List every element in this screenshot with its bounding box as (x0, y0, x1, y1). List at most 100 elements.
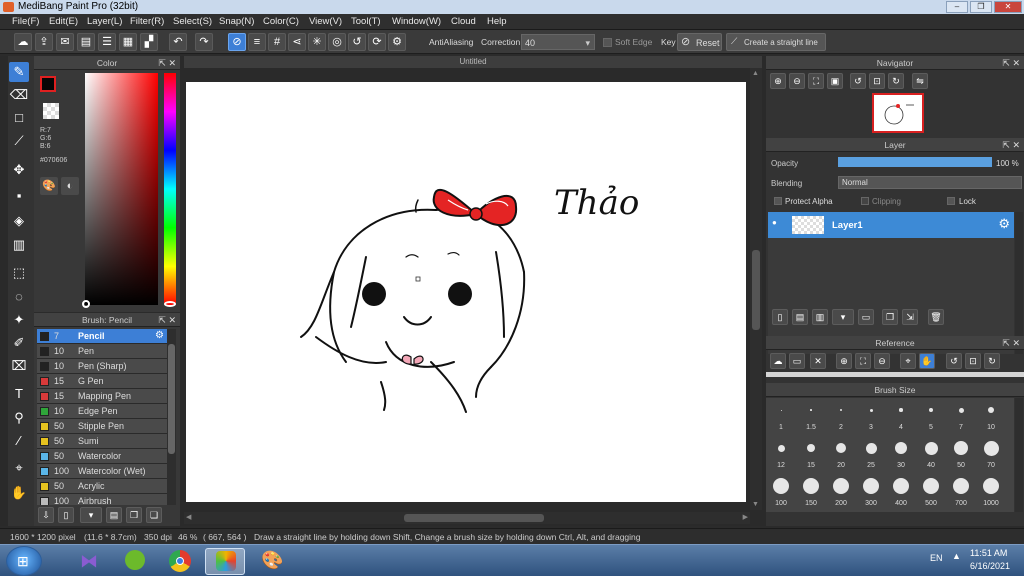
brush-list-item[interactable]: 10 Edge Pen (37, 404, 167, 419)
brush-size-dot[interactable] (958, 407, 964, 413)
operation-tool-icon[interactable]: ⚲ (9, 408, 29, 428)
hue-cursor[interactable] (164, 301, 176, 307)
opacity-slider[interactable] (838, 157, 992, 167)
brush-size-dot[interactable] (863, 478, 879, 494)
brush-cloud-icon[interactable]: ⇩ (38, 507, 54, 523)
panel-close-icon[interactable]: ⇱ ✕ (1002, 56, 1020, 70)
rotate-left-icon[interactable]: ↺ (850, 73, 866, 89)
menu-window[interactable]: Window(W) (392, 16, 441, 27)
select-pen-icon[interactable]: ✐ (9, 333, 29, 353)
visibility-icon[interactable]: ● (772, 218, 777, 227)
menu-edit[interactable]: Edit(E) (49, 16, 78, 27)
layer-scrollbar[interactable] (1015, 212, 1023, 354)
brush-size-dot[interactable] (893, 478, 909, 494)
select-tool-icon[interactable]: ⬚ (9, 263, 29, 283)
brush-settings-icon[interactable]: ⚙ (155, 330, 164, 341)
menu-layer[interactable]: Layer(L) (87, 16, 122, 27)
chrome-icon[interactable] (159, 548, 199, 575)
menu-tool[interactable]: Tool(T) (351, 16, 381, 27)
color-palette-icon[interactable]: ◐ (61, 177, 79, 195)
restore-button[interactable]: ❐ (970, 1, 992, 13)
line-tool-icon[interactable]: ⟋ (9, 131, 29, 151)
saturation-brightness-picker[interactable] (82, 73, 158, 308)
minimize-button[interactable]: ‒ (946, 1, 968, 13)
blending-select[interactable]: Normal (838, 176, 1022, 189)
reference-cloud-icon[interactable]: ☁ (770, 353, 786, 369)
reference-reset-icon[interactable]: ⊡ (965, 353, 981, 369)
new-halftone-layer-icon[interactable]: ▤ (792, 309, 808, 325)
folder-icon[interactable]: ▭ (858, 309, 874, 325)
brush-list-item[interactable]: 100 Airbrush (37, 494, 167, 505)
reference-hand-icon[interactable]: ✋ (919, 353, 935, 369)
language-indicator[interactable]: EN (930, 553, 943, 563)
brush-size-dot[interactable] (895, 442, 907, 454)
panel-close-icon[interactable]: ⇱ ✕ (158, 313, 176, 327)
grid-icon[interactable]: ▦ (119, 33, 137, 51)
horizontal-scrollbar[interactable]: ◀ ▶ (184, 512, 750, 524)
brush-size-scrollbar[interactable] (1015, 398, 1023, 512)
brush-size-dot[interactable] (803, 478, 819, 494)
panel-close-icon[interactable]: ⇱ ✕ (1002, 336, 1020, 350)
clock-date[interactable]: 6/16/2021 (970, 561, 1010, 571)
rectangle-tool-icon[interactable]: ▪ (9, 186, 29, 206)
document-tab[interactable]: Untitled (184, 56, 762, 68)
menu-help[interactable]: Help (487, 16, 507, 27)
brush-list-item[interactable]: 10 Pen (37, 344, 167, 359)
visual-studio-icon[interactable]: ⧓ (68, 548, 108, 575)
brush-list-item[interactable]: 15 G Pen (37, 374, 167, 389)
brush-size-dot[interactable] (840, 409, 842, 411)
brush-list-item[interactable]: 10 Pen (Sharp) (37, 359, 167, 374)
clock-time[interactable]: 11:51 AM (970, 548, 1007, 558)
brush-size-dot[interactable] (836, 443, 846, 453)
eyedropper-icon[interactable]: ⌖ (9, 458, 29, 478)
scroll-up-icon[interactable]: ▲ (752, 70, 759, 77)
brush-scrollbar[interactable] (167, 329, 176, 505)
brush-list-item[interactable]: 15 Mapping Pen (37, 389, 167, 404)
brush-size-dot[interactable] (929, 408, 933, 412)
redo-icon[interactable]: ↷ (195, 33, 213, 51)
add-layer-menu-icon[interactable]: ▾ (832, 309, 854, 325)
hand-tool-icon[interactable]: ✋ (9, 483, 29, 503)
delete-brush-icon[interactable]: ❏ (146, 507, 162, 523)
brush-size-dot[interactable] (953, 478, 969, 494)
new-brush-icon[interactable]: ▯ (58, 507, 74, 523)
brush-settings-icon[interactable]: ▤ (106, 507, 122, 523)
brush-list-item[interactable]: 7 Pencil ⚙ (37, 329, 167, 344)
brush-list-item[interactable]: 50 Acrylic (37, 479, 167, 494)
reference-zoom-out-icon[interactable]: ⊖ (874, 353, 890, 369)
reset-button[interactable]: ⊘ Reset (677, 33, 722, 51)
lasso-tool-icon[interactable]: ◌ (9, 287, 29, 307)
reference-fit-icon[interactable]: ⛶ (855, 353, 871, 369)
vanishing-point-icon[interactable]: ⟳ (368, 33, 386, 51)
snap-off-icon[interactable]: ⊘ (228, 33, 246, 51)
primary-color-swatch[interactable] (40, 76, 56, 92)
brush-list-item[interactable]: 50 Stipple Pen (37, 419, 167, 434)
reference-eyedropper-icon[interactable]: ⌖ (900, 353, 916, 369)
reference-view[interactable] (766, 372, 1024, 377)
note-icon[interactable]: ▤ (77, 33, 95, 51)
menu-view[interactable]: View(V) (309, 16, 342, 27)
menu-cloud[interactable]: Cloud (451, 16, 476, 27)
brush-list-item[interactable]: 50 Sumi (37, 434, 167, 449)
reference-open-icon[interactable]: ▭ (789, 353, 805, 369)
brush-size-dot[interactable] (924, 441, 938, 455)
pen-tool-icon[interactable]: ✎ (9, 62, 29, 82)
delete-layer-icon[interactable]: 🗑 (928, 309, 944, 325)
shape-tool-icon[interactable]: □ (9, 108, 29, 128)
actual-size-icon[interactable]: ▣ (827, 73, 843, 89)
copy-brush-icon[interactable]: ❐ (126, 507, 142, 523)
brush-size-dot[interactable] (780, 409, 782, 411)
brush-size-dot[interactable] (899, 408, 903, 412)
upload-icon[interactable]: ⇪ (35, 33, 53, 51)
undo-icon[interactable]: ↶ (169, 33, 187, 51)
list-icon[interactable]: ☰ (98, 33, 116, 51)
lock-checkbox[interactable] (947, 197, 955, 205)
horizontal-scroll-thumb[interactable] (404, 514, 544, 522)
paint-icon[interactable]: 🎨 (251, 548, 291, 575)
correction-select[interactable]: 40 ▾ (521, 34, 595, 50)
parallel-snap-icon[interactable]: ≡ (248, 33, 266, 51)
layer-row[interactable]: ● Layer1 ⚙ (768, 212, 1014, 238)
palette-icon[interactable]: 🎨 (40, 177, 58, 195)
menu-snap[interactable]: Snap(N) (219, 16, 254, 27)
menu-filter[interactable]: Filter(R) (130, 16, 164, 27)
